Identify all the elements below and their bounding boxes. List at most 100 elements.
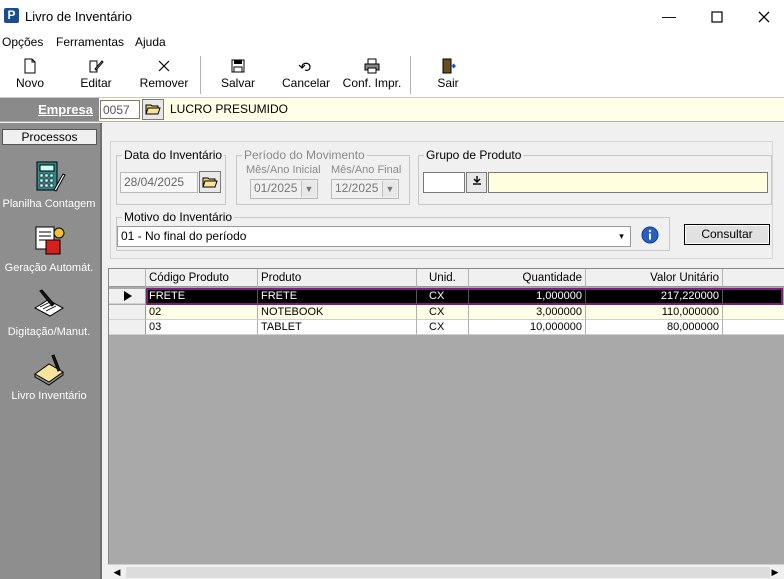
remover-label: Remover	[139, 76, 189, 90]
table-row[interactable]: FRETE FRETE CX 1,000000 217,220000	[109, 288, 784, 305]
row-indicator	[109, 320, 146, 335]
salvar-button[interactable]: Salvar	[216, 52, 260, 96]
scroll-right-arrow-icon[interactable]: ▶	[768, 566, 782, 579]
cancelar-label: Cancelar	[281, 76, 331, 90]
info-button[interactable]	[641, 226, 659, 244]
mes-final-select[interactable]: 12/2025 ▼	[331, 179, 399, 199]
toolbar: Novo Editar Remover Salvar Cancelar Conf…	[0, 52, 784, 98]
close-icon	[758, 11, 770, 23]
new-document-icon	[24, 58, 36, 74]
app-icon: P	[4, 8, 19, 23]
grupo-code-field[interactable]	[423, 172, 465, 193]
col-quantidade[interactable]: Quantidade	[469, 269, 586, 287]
cell-codigo[interactable]: 03	[146, 320, 258, 335]
sair-button[interactable]: Sair	[428, 52, 468, 96]
cell-unid[interactable]: CX	[417, 305, 469, 320]
cancelar-button[interactable]: Cancelar	[280, 52, 332, 96]
col-unid[interactable]: Unid.	[417, 269, 469, 287]
cell-produto[interactable]: NOTEBOOK	[258, 305, 417, 320]
chevron-down-icon: ▼	[382, 181, 397, 197]
cell-codigo[interactable]: 02	[146, 305, 258, 320]
menu-ajuda[interactable]: Ajuda	[135, 35, 166, 49]
cell-valor-unitario[interactable]: 80,000000	[586, 320, 723, 335]
col-codigo-produto[interactable]: Código Produto	[146, 269, 258, 287]
cell-valor-unitario[interactable]: 217,220000	[586, 289, 723, 304]
consultar-button[interactable]: Consultar	[684, 224, 770, 245]
table-row[interactable]: 02 NOTEBOOK CX 3,000000 110,000000	[109, 305, 784, 320]
row-indicator	[109, 305, 146, 320]
data-inventario-group: Data do Inventário 28/04/2025	[116, 148, 226, 205]
edit-icon	[89, 60, 104, 73]
sidebar-item-digitacao-manut[interactable]: Digitação/Manut.	[0, 288, 98, 338]
window-title: Livro de Inventário	[25, 9, 132, 24]
data-inventario-title: Data do Inventário	[122, 148, 225, 162]
col-valor-unitario[interactable]: Valor Unitário	[586, 269, 723, 287]
close-button[interactable]	[741, 0, 784, 32]
horizontal-scrollbar[interactable]: ◀ ▶	[108, 564, 784, 579]
cell-unid[interactable]: CX	[417, 289, 469, 304]
row-indicator	[109, 289, 146, 304]
toolbar-separator	[200, 56, 201, 94]
empresa-label-box: Empresa	[0, 98, 99, 121]
cell-filler	[723, 320, 784, 335]
sidebar-item-label: Livro Inventário	[11, 390, 87, 402]
cell-quantidade[interactable]: 10,000000	[469, 320, 586, 335]
cell-quantidade[interactable]: 1,000000	[469, 289, 586, 304]
sidebar-item-geracao-automat[interactable]: Geração Automát.	[0, 224, 98, 274]
data-entry-icon	[33, 289, 65, 317]
sair-label: Sair	[437, 76, 459, 90]
undo-icon	[298, 62, 311, 71]
grupo-produto-title: Grupo de Produto	[424, 148, 524, 162]
cell-unid[interactable]: CX	[417, 320, 469, 335]
exit-door-icon	[442, 58, 456, 74]
folder-open-icon	[202, 177, 218, 188]
maximize-button[interactable]	[694, 0, 740, 32]
scroll-track[interactable]	[126, 567, 770, 578]
col-filler	[723, 269, 784, 287]
cell-produto[interactable]: TABLET	[258, 320, 417, 335]
menu-ferramentas[interactable]: Ferramentas	[56, 35, 124, 49]
chevron-down-icon: ▾	[614, 228, 629, 245]
download-arrow-icon	[472, 176, 481, 185]
remover-button[interactable]: Remover	[138, 52, 190, 96]
empresa-name: LUCRO PRESUMIDO	[170, 102, 289, 116]
menu-opcoes[interactable]: Opções	[2, 35, 43, 49]
motivo-select[interactable]: 01 - No final do período ▾	[117, 226, 631, 247]
grupo-lookup-button[interactable]	[466, 172, 487, 193]
cell-valor-unitario[interactable]: 110,000000	[586, 305, 723, 320]
scroll-left-arrow-icon[interactable]: ◀	[110, 566, 124, 579]
printer-settings-icon	[364, 58, 380, 74]
conf-impr-label: Conf. Impr.	[342, 76, 402, 90]
inventory-book-icon	[34, 354, 64, 386]
minimize-button[interactable]: —	[646, 0, 692, 32]
mes-inicial-select[interactable]: 01/2025 ▼	[250, 179, 318, 199]
row-indicator-header	[109, 269, 146, 287]
auto-generate-icon	[35, 226, 65, 255]
novo-label: Novo	[15, 76, 44, 90]
data-inventario-picker-button[interactable]	[199, 171, 221, 193]
periodo-group: Período do Movimento Mês/Ano Inicial Mês…	[236, 148, 410, 205]
cell-codigo[interactable]: FRETE	[146, 289, 258, 304]
motivo-title: Motivo do Inventário	[122, 210, 235, 224]
table-row[interactable]: 03 TABLET CX 10,000000 80,000000	[109, 320, 784, 335]
empresa-bar: Empresa 0057 LUCRO PRESUMIDO	[0, 98, 784, 122]
cell-filler	[723, 305, 784, 320]
data-inventario-field[interactable]: 28/04/2025	[120, 172, 198, 193]
editar-button[interactable]: Editar	[74, 52, 118, 96]
conf-impr-button[interactable]: Conf. Impr.	[340, 52, 404, 96]
cell-produto[interactable]: FRETE	[258, 289, 417, 304]
current-row-arrow-icon	[124, 291, 132, 301]
title-bar: P Livro de Inventário —	[0, 0, 784, 33]
empresa-open-button[interactable]	[142, 99, 164, 120]
grupo-produto-group: Grupo de Produto	[418, 148, 772, 205]
inventory-grid: Código Produto Produto Unid. Quantidade …	[108, 268, 784, 566]
empresa-code-field[interactable]: 0057	[100, 100, 140, 119]
sidebar-item-livro-inventario[interactable]: Livro Inventário	[0, 352, 98, 402]
cell-quantidade[interactable]: 3,000000	[469, 305, 586, 320]
novo-button[interactable]: Novo	[8, 52, 52, 96]
grupo-name-field[interactable]	[488, 172, 768, 193]
col-produto[interactable]: Produto	[258, 269, 417, 287]
sidebar-item-planilha-contagem[interactable]: Planilha Contagem	[0, 160, 98, 210]
info-icon	[641, 226, 659, 244]
mes-inicial-value: 01/2025	[254, 181, 298, 195]
